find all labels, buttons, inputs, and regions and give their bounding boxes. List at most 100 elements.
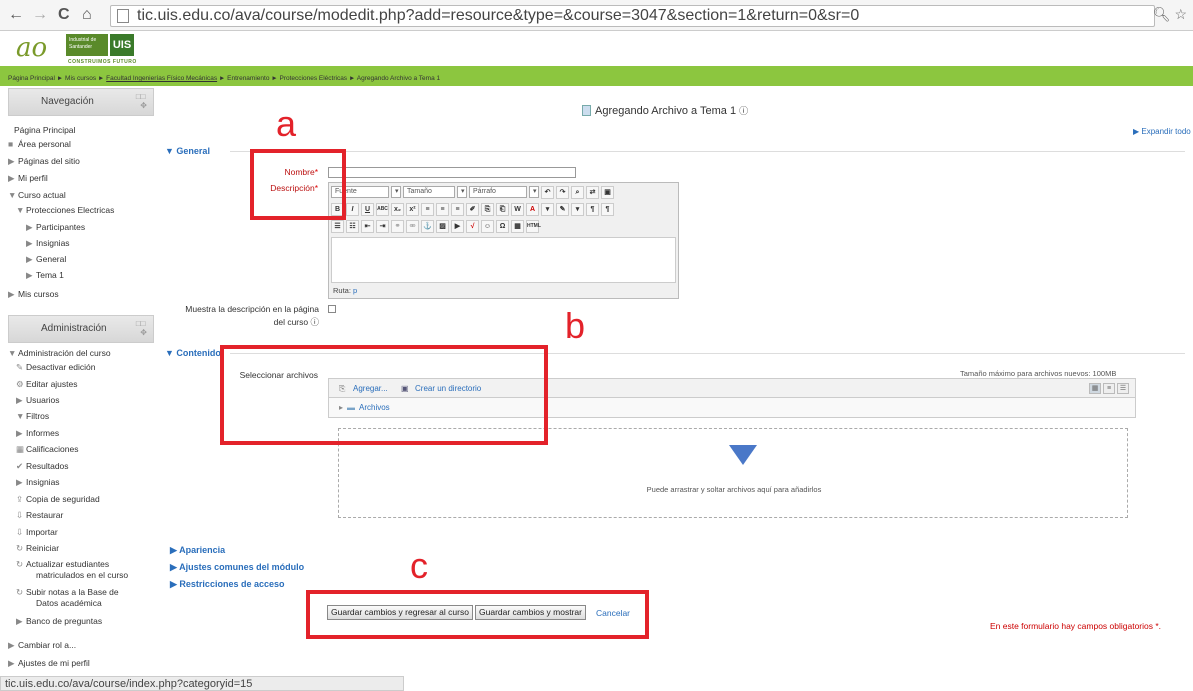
- text-color-icon[interactable]: A: [526, 203, 539, 216]
- paste-text-icon[interactable]: ⎗: [496, 203, 509, 216]
- nav-item[interactable]: ▼ Curso actual: [8, 190, 66, 201]
- image-icon[interactable]: ▨: [436, 220, 449, 233]
- undo-icon[interactable]: ↶: [541, 186, 554, 199]
- content-section-toggle[interactable]: ▼ Contenido: [165, 348, 221, 358]
- nav-item[interactable]: ■ Área personal: [8, 139, 71, 150]
- nav-item[interactable]: ▶ Participantes: [26, 222, 85, 233]
- nav-item[interactable]: ▶ General: [26, 254, 66, 265]
- access-restrictions-section-toggle[interactable]: ▶ Restricciones de acceso: [170, 579, 284, 590]
- emoticon-icon[interactable]: ☺: [481, 220, 494, 233]
- strikethrough-icon[interactable]: ABC: [376, 203, 389, 216]
- expand-all-link[interactable]: ▶ Expandir todo: [1133, 127, 1191, 136]
- font-select-arrow[interactable]: ▾: [391, 186, 401, 198]
- nav-item[interactable]: ▶ Tema 1: [26, 270, 64, 281]
- description-editor[interactable]: Fuente ▾ Tamaño ▾ Párrafo ▾ ↶ ↷ ⌕ ⇄ ▣ B …: [328, 182, 679, 299]
- nav-item[interactable]: ▶ Cambiar rol a...: [8, 640, 76, 651]
- outdent-icon[interactable]: ⇤: [361, 220, 374, 233]
- redo-icon[interactable]: ↷: [556, 186, 569, 199]
- numbered-list-icon[interactable]: ☷: [346, 220, 359, 233]
- unlink-icon[interactable]: ⚮: [406, 220, 419, 233]
- nav-item[interactable]: ▼ Protecciones Electricas: [16, 205, 114, 216]
- align-right-icon[interactable]: ≡: [451, 203, 464, 216]
- nav-item[interactable]: ↻ Actualizar estudiantes: [16, 559, 109, 570]
- fullscreen-icon[interactable]: ▣: [601, 186, 614, 199]
- underline-icon[interactable]: U: [361, 203, 374, 216]
- nav-item[interactable]: ⇩ Importar: [16, 527, 58, 538]
- italic-icon[interactable]: I: [346, 203, 359, 216]
- align-left-icon[interactable]: ≡: [421, 203, 434, 216]
- administration-block-header[interactable]: Administración □□ ✥: [8, 315, 154, 343]
- breadcrumb-item[interactable]: Entrenamiento: [227, 75, 269, 82]
- module-settings-section-toggle[interactable]: ▶ Ajustes comunes del módulo: [170, 562, 304, 573]
- nav-item[interactable]: ↻ Reiniciar: [16, 543, 59, 554]
- reload-button[interactable]: C: [58, 6, 70, 24]
- clear-format-icon[interactable]: ✐: [466, 203, 479, 216]
- back-button[interactable]: ←: [8, 6, 24, 24]
- nav-item[interactable]: ⇪ Copia de seguridad: [16, 494, 100, 505]
- ltr-icon[interactable]: ¶: [586, 203, 599, 216]
- nav-item[interactable]: ⚙ Editar ajustes: [16, 379, 78, 390]
- link-icon[interactable]: ⚭: [391, 220, 404, 233]
- help-icon[interactable]: ⓘ: [739, 106, 748, 116]
- description-textarea[interactable]: [331, 237, 676, 283]
- format-select[interactable]: Párrafo: [469, 186, 527, 198]
- forward-button[interactable]: →: [32, 6, 48, 24]
- help-icon[interactable]: ⓘ: [310, 317, 319, 327]
- nav-item[interactable]: ▶ Mis cursos: [8, 289, 59, 300]
- align-center-icon[interactable]: ≡: [436, 203, 449, 216]
- breadcrumb-item[interactable]: Protecciones Eléctricas: [280, 75, 348, 82]
- list-view-button[interactable]: ≡: [1103, 383, 1115, 394]
- show-description-checkbox[interactable]: [328, 305, 336, 313]
- nav-item[interactable]: ✎ Desactivar edición: [16, 362, 95, 373]
- rtl-icon[interactable]: ¶: [601, 203, 614, 216]
- nav-item[interactable]: ▶ Insignias: [16, 477, 60, 488]
- nav-item[interactable]: ✔ Resultados: [16, 461, 69, 472]
- nav-item[interactable]: ▶ Usuarios: [16, 395, 60, 406]
- equation-icon[interactable]: √: [466, 220, 479, 233]
- background-color-icon[interactable]: ✎: [556, 203, 569, 216]
- home-button[interactable]: ⌂: [82, 6, 92, 24]
- nav-item[interactable]: Datos académica: [26, 598, 102, 609]
- nav-item[interactable]: ▶ Páginas del sitio: [8, 156, 80, 167]
- replace-icon[interactable]: ⇄: [586, 186, 599, 199]
- find-icon[interactable]: ⌕: [571, 186, 584, 199]
- paste-word-icon[interactable]: W: [511, 203, 524, 216]
- nav-item[interactable]: ▶ Ajustes de mi perfil: [8, 658, 90, 669]
- nav-item[interactable]: Página Principal: [4, 125, 75, 136]
- nav-item[interactable]: matriculados en el curso: [26, 570, 128, 581]
- html-icon[interactable]: HTML: [526, 220, 541, 233]
- breadcrumb-item[interactable]: Facultad Ingenierías Físico Mecánicas: [106, 75, 217, 82]
- subscript-icon[interactable]: x₂: [391, 203, 404, 216]
- indent-icon[interactable]: ⇥: [376, 220, 389, 233]
- nav-item[interactable]: ⇩ Restaurar: [16, 510, 63, 521]
- anchor-icon[interactable]: ⚓: [421, 220, 434, 233]
- paste-icon[interactable]: ⎘: [481, 203, 494, 216]
- navigation-block-header[interactable]: Navegación □□ ✥: [8, 88, 154, 116]
- nav-item[interactable]: ▼ Filtros: [16, 411, 49, 422]
- block-controls-icon[interactable]: □□ ✥: [136, 319, 147, 337]
- appearance-section-toggle[interactable]: ▶ Apariencia: [170, 545, 225, 556]
- nav-item[interactable]: ▶ Banco de preguntas: [16, 616, 102, 627]
- nav-item[interactable]: ▦ Calificaciones: [16, 444, 78, 455]
- format-select-arrow[interactable]: ▾: [529, 186, 539, 198]
- nav-item[interactable]: ▼ Administración del curso: [8, 348, 111, 359]
- icon-view-button[interactable]: ▦: [1089, 383, 1101, 394]
- text-color-arrow[interactable]: ▾: [541, 203, 554, 216]
- nav-item[interactable]: ▶ Mi perfil: [8, 173, 48, 184]
- media-icon[interactable]: ▶: [451, 220, 464, 233]
- size-select-arrow[interactable]: ▾: [457, 186, 467, 198]
- zoom-star-icons[interactable]: 🔍︎ ☆: [1153, 6, 1187, 23]
- bg-color-arrow[interactable]: ▾: [571, 203, 584, 216]
- bullet-list-icon[interactable]: ☰: [331, 220, 344, 233]
- name-input[interactable]: [328, 167, 576, 178]
- nav-item[interactable]: ▶ Insignias: [26, 238, 70, 249]
- breadcrumb-item[interactable]: Mis cursos: [65, 75, 96, 82]
- tree-view-button[interactable]: ☰: [1117, 383, 1129, 394]
- address-bar[interactable]: tic.uis.edu.co/ava/course/modedit.php?ad…: [110, 5, 1155, 27]
- block-controls-icon[interactable]: □□ ✥: [136, 92, 147, 110]
- nav-item[interactable]: ▶ Informes: [16, 428, 59, 439]
- size-select[interactable]: Tamaño: [403, 186, 455, 198]
- nav-item[interactable]: ↻ Subir notas a la Base de: [16, 587, 119, 598]
- general-section-toggle[interactable]: ▼ General: [165, 146, 210, 156]
- table-icon[interactable]: ▦: [511, 220, 524, 233]
